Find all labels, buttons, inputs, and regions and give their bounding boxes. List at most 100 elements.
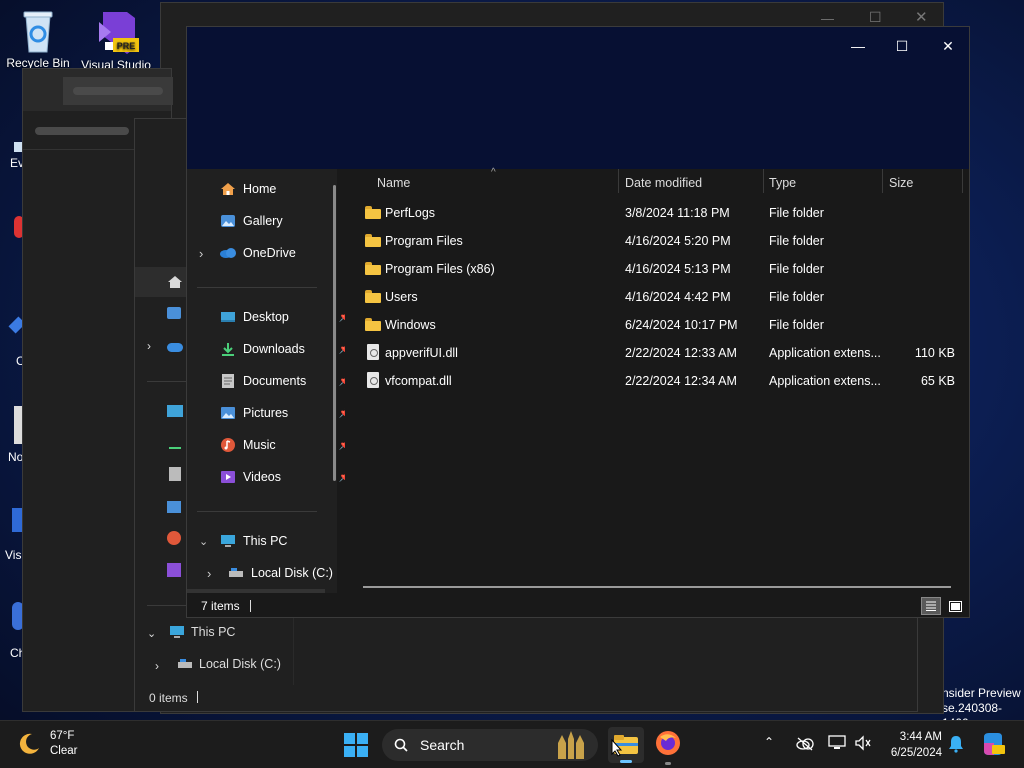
details-view-button[interactable] [921, 597, 941, 615]
column-header-date[interactable]: Date modified [625, 169, 702, 197]
pictures-icon [167, 501, 181, 513]
table-row[interactable]: appverifUI.dll 2/22/2024 12:33 AM Applic… [345, 339, 965, 367]
nav-label: Home [243, 182, 277, 196]
column-header-name[interactable]: Name [377, 169, 410, 197]
folder-icon [365, 262, 381, 275]
bg-minimize-button[interactable]: — [821, 11, 834, 26]
row-date: 6/24/2024 10:17 PM [625, 318, 738, 332]
bg-status-count: 0 items [149, 691, 188, 705]
pc-icon [219, 533, 237, 549]
bg-nav-this-pc[interactable]: This PC [169, 625, 235, 639]
nav-label: Documents [243, 374, 307, 388]
bg-maximize-button[interactable]: ☐ [869, 9, 882, 26]
visual-studio-icon: PRE [99, 12, 139, 54]
firefox-icon [656, 731, 680, 755]
nav-item-downloads[interactable]: Downloads 📌 [219, 335, 359, 363]
content-hscrollbar[interactable] [363, 586, 951, 588]
windows-logo-icon [344, 733, 368, 757]
nav-item-desktop[interactable]: Desktop 📌 [219, 303, 359, 331]
close-button[interactable]: ✕ [925, 31, 971, 61]
file-explorer-window[interactable]: — ☐ ✕ Home Gallery › OneDrive Desktop 📌 … [186, 26, 970, 618]
recycle-bin-icon [23, 11, 53, 53]
nav-item-local-disk[interactable]: › Local Disk (C:) [207, 559, 347, 587]
bg-thispc-chevron-icon[interactable]: ⌄ [147, 627, 156, 640]
visual-studio-desktop-icon[interactable]: PRE Visual Studio [80, 8, 152, 72]
table-row[interactable]: vfcompat.dll 2/22/2024 12:34 AM Applicat… [345, 367, 965, 395]
search-highlight-icon [558, 731, 584, 759]
details-view-icon [926, 601, 936, 611]
pictures-icon [219, 405, 237, 421]
taskbar-firefox[interactable] [654, 729, 682, 765]
nav-label: Local Disk (C:) [251, 566, 333, 580]
chevron-right-icon[interactable]: › [199, 246, 219, 261]
desktop-icon [167, 405, 183, 417]
table-row[interactable]: PerfLogs 3/8/2024 11:18 PM File folder [345, 199, 965, 227]
bg-expand-chevron-icon[interactable]: › [147, 339, 151, 353]
row-name: PerfLogs [385, 206, 436, 220]
row-date: 3/8/2024 11:18 PM [625, 206, 730, 220]
bg-nav-local-disk[interactable]: Local Disk (C:) [177, 657, 281, 671]
table-row[interactable]: Program Files 4/16/2024 5:20 PM File fol… [345, 227, 965, 255]
bg-close-button[interactable]: ✕ [915, 8, 928, 26]
minimize-button[interactable]: — [835, 31, 881, 61]
gallery-icon [219, 213, 237, 229]
row-date: 2/22/2024 12:34 AM [625, 374, 737, 388]
nav-item-gallery[interactable]: Gallery [219, 207, 359, 235]
nav-label: Pictures [243, 406, 289, 420]
chevron-down-icon[interactable]: ⌄ [199, 535, 219, 548]
onedrive-status-icon[interactable] [796, 737, 814, 751]
gallery-icon [167, 307, 181, 319]
table-row[interactable]: Users 4/16/2024 4:42 PM File folder [345, 283, 965, 311]
home-icon [168, 276, 182, 288]
chevron-right-icon[interactable]: › [207, 566, 227, 581]
network-icon[interactable] [828, 735, 846, 751]
nav-item-pictures[interactable]: Pictures 📌 [219, 399, 359, 427]
maximize-button[interactable]: ☐ [879, 31, 925, 61]
taskbar-clock[interactable]: 3:44 AM 6/25/2024 [884, 729, 942, 761]
navigation-pane[interactable]: Home Gallery › OneDrive Desktop 📌 Downlo… [187, 169, 351, 593]
row-size: 65 KB [920, 374, 955, 388]
notification-bell-icon[interactable] [948, 735, 964, 753]
dll-file-icon [367, 344, 379, 360]
file-list[interactable]: ^ Name Date modified Type Size PerfLogs … [345, 167, 969, 593]
taskbar-search[interactable]: Search [382, 729, 598, 761]
start-button[interactable] [344, 733, 368, 760]
explorer-titlebar[interactable]: — ☐ ✕ [187, 27, 969, 169]
nav-label: Videos [243, 470, 281, 484]
nav-item-videos[interactable]: Videos 📌 [219, 463, 359, 491]
table-row[interactable]: Windows 6/24/2024 10:17 PM File folder [345, 311, 965, 339]
copilot-icon[interactable] [980, 731, 1006, 757]
column-header-type[interactable]: Type [769, 169, 796, 197]
row-name: Program Files [385, 234, 463, 248]
nav-item-music[interactable]: Music 📌 [219, 431, 359, 459]
row-name: Program Files (x86) [385, 262, 495, 276]
weather-condition: Clear [50, 745, 78, 757]
recycle-bin-desktop-icon[interactable]: Recycle Bin [2, 8, 74, 70]
onedrive-icon [167, 343, 183, 352]
preview-view-button[interactable] [945, 597, 965, 615]
bg-disk-chevron-icon[interactable]: › [155, 659, 159, 673]
nav-item-home[interactable]: Home [219, 175, 359, 203]
bg-this-pc-label: This PC [191, 625, 236, 639]
moon-icon [19, 733, 39, 754]
downloads-icon [169, 435, 181, 449]
volume-muted-icon[interactable] [854, 735, 872, 751]
row-date: 2/22/2024 12:33 AM [625, 346, 737, 360]
row-name: vfcompat.dll [385, 374, 452, 388]
sort-indicator-icon: ^ [491, 167, 496, 178]
nav-item-onedrive[interactable]: › OneDrive [199, 239, 339, 267]
disk-icon [178, 659, 192, 668]
column-header-size[interactable]: Size [889, 169, 913, 197]
show-hidden-icons-chevron-icon[interactable]: ⌃ [764, 735, 774, 749]
nav-label: OneDrive [243, 246, 296, 260]
weather-widget[interactable]: 67°F Clear [16, 729, 77, 759]
nav-scrollbar[interactable] [333, 185, 336, 481]
clock-time: 3:44 AM [899, 731, 942, 743]
nav-item-this-pc[interactable]: ⌄ This PC [199, 527, 339, 555]
row-type: File folder [769, 290, 824, 304]
table-row[interactable]: Program Files (x86) 4/16/2024 5:13 PM Fi… [345, 255, 965, 283]
folder-icon [365, 206, 381, 219]
nav-item-documents[interactable]: Documents 📌 [219, 367, 359, 395]
row-name: Windows [385, 318, 436, 332]
row-date: 4/16/2024 4:42 PM [625, 290, 731, 304]
